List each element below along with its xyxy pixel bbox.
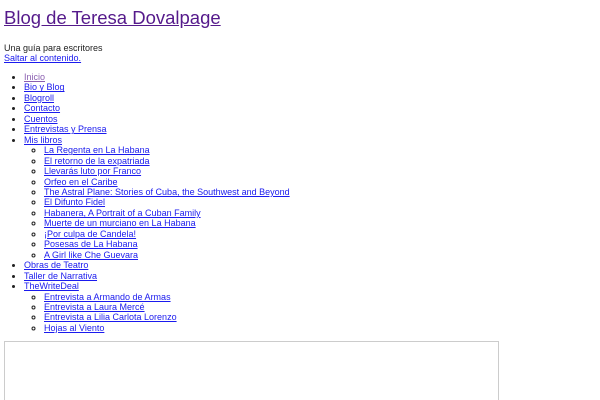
nav-subitem: El Difunto Fidel bbox=[44, 197, 290, 207]
nav-subitem: Posesas de La Habana bbox=[44, 239, 290, 249]
nav-sublink[interactable]: El retorno de la expatriada bbox=[44, 156, 150, 166]
nav-link[interactable]: Cuentos bbox=[24, 114, 58, 124]
nav-subitem: Entrevista a Lilia Carlota Lorenzo bbox=[44, 312, 290, 322]
nav-link[interactable]: TheWriteDeal bbox=[24, 281, 79, 291]
nav-subitem: Llevarás luto por Franco bbox=[44, 166, 290, 176]
content-frame bbox=[4, 341, 499, 400]
nav-subitem: A Girl like Che Guevara bbox=[44, 250, 290, 260]
nav-link[interactable]: Obras de Teatro bbox=[24, 260, 88, 270]
nav-link[interactable]: Inicio bbox=[24, 72, 45, 82]
nav-subitem: Entrevista a Laura Mercé bbox=[44, 302, 290, 312]
nav-submenu: Entrevista a Armando de ArmasEntrevista … bbox=[24, 292, 290, 334]
nav-sublink[interactable]: Muerte de un murciano en La Habana bbox=[44, 218, 196, 228]
main-navigation: InicioBio y BlogBlogrollContactoCuentosE… bbox=[0, 72, 290, 333]
nav-subitem: ¡Por culpa de Candela! bbox=[44, 229, 290, 239]
nav-item: Obras de Teatro bbox=[24, 260, 290, 270]
nav-subitem: Habanera, A Portrait of a Cuban Family bbox=[44, 208, 290, 218]
nav-link[interactable]: Taller de Narrativa bbox=[24, 271, 97, 281]
site-title-link[interactable]: Blog de Teresa Dovalpage bbox=[4, 7, 221, 28]
nav-subitem: Orfeo en el Caribe bbox=[44, 177, 290, 187]
nav-sublink[interactable]: Entrevista a Armando de Armas bbox=[44, 292, 171, 302]
nav-submenu: La Regenta en La HabanaEl retorno de la … bbox=[24, 145, 290, 260]
nav-subitem: Muerte de un murciano en La Habana bbox=[44, 218, 290, 228]
nav-link[interactable]: Bio y Blog bbox=[24, 82, 65, 92]
nav-subitem: Entrevista a Armando de Armas bbox=[44, 292, 290, 302]
nav-sublink[interactable]: A Girl like Che Guevara bbox=[44, 250, 138, 260]
nav-sublink[interactable]: The Astral Plane: Stories of Cuba, the S… bbox=[44, 187, 290, 197]
nav-link[interactable]: Blogroll bbox=[24, 93, 54, 103]
nav-sublink[interactable]: Entrevista a Lilia Carlota Lorenzo bbox=[44, 312, 177, 322]
nav-sublink[interactable]: Posesas de La Habana bbox=[44, 239, 138, 249]
nav-subitem: La Regenta en La Habana bbox=[44, 145, 290, 155]
nav-item: Bio y Blog bbox=[24, 82, 290, 92]
nav-sublink[interactable]: ¡Por culpa de Candela! bbox=[44, 229, 136, 239]
nav-item: Cuentos bbox=[24, 114, 290, 124]
nav-link[interactable]: Entrevistas y Prensa bbox=[24, 124, 107, 134]
nav-subitem: The Astral Plane: Stories of Cuba, the S… bbox=[44, 187, 290, 197]
skip-to-content-link[interactable]: Saltar al contenido. bbox=[4, 53, 81, 63]
nav-sublink[interactable]: Habanera, A Portrait of a Cuban Family bbox=[44, 208, 201, 218]
nav-item: Inicio bbox=[24, 72, 290, 82]
nav-sublink[interactable]: Hojas al Viento bbox=[44, 323, 104, 333]
nav-sublink[interactable]: La Regenta en La Habana bbox=[44, 145, 150, 155]
nav-item: Contacto bbox=[24, 103, 290, 113]
nav-sublink[interactable]: Orfeo en el Caribe bbox=[44, 177, 118, 187]
nav-item: Mis librosLa Regenta en La HabanaEl reto… bbox=[24, 135, 290, 260]
nav-sublink[interactable]: Llevarás luto por Franco bbox=[44, 166, 141, 176]
nav-link[interactable]: Mis libros bbox=[24, 135, 62, 145]
nav-link[interactable]: Contacto bbox=[24, 103, 60, 113]
site-tagline: Una guía para escritores bbox=[4, 43, 103, 53]
nav-subitem: El retorno de la expatriada bbox=[44, 156, 290, 166]
nav-subitem: Hojas al Viento bbox=[44, 323, 290, 333]
nav-sublink[interactable]: El Difunto Fidel bbox=[44, 197, 105, 207]
nav-item: TheWriteDealEntrevista a Armando de Arma… bbox=[24, 281, 290, 333]
nav-item: Blogroll bbox=[24, 93, 290, 103]
nav-sublink[interactable]: Entrevista a Laura Mercé bbox=[44, 302, 145, 312]
site-title: Blog de Teresa Dovalpage bbox=[4, 8, 221, 28]
nav-item: Taller de Narrativa bbox=[24, 271, 290, 281]
nav-item: Entrevistas y Prensa bbox=[24, 124, 290, 134]
